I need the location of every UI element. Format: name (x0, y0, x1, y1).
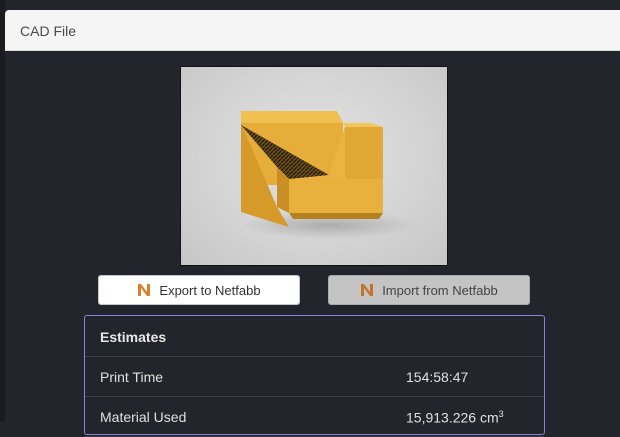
print-time-label: Print Time (100, 369, 164, 385)
material-used-unit-exponent: 3 (498, 409, 504, 419)
export-to-netfabb-button[interactable]: Export to Netfabb (98, 275, 300, 305)
export-button-label: Export to Netfabb (159, 282, 261, 298)
app-frame: CAD File Export to Netfabb Import from N… (0, 0, 620, 437)
import-from-netfabb-button[interactable]: Import from Netfabb (328, 275, 530, 305)
netfabb-n-icon (361, 284, 374, 296)
estimates-title: Estimates (85, 316, 544, 357)
material-used-label: Material Used (100, 409, 187, 425)
print-time-value: 154:58:47 (406, 369, 469, 385)
estimate-row-material-used: Material Used 15,913.226 cm3 (85, 397, 544, 437)
panel-header: CAD File (5, 10, 620, 51)
material-used-value: 15,913.226 cm3 (406, 409, 504, 426)
estimates-panel: Estimates Print Time 154:58:47 Material … (84, 315, 545, 437)
netfabb-n-icon (138, 284, 151, 296)
cad-model-render (241, 111, 417, 239)
panel-title: CAD File (20, 23, 77, 39)
cad-preview-image (180, 66, 448, 266)
import-button-label: Import from Netfabb (382, 282, 498, 298)
estimate-row-print-time: Print Time 154:58:47 (85, 357, 544, 397)
material-used-number: 15,913.226 cm (406, 409, 499, 426)
